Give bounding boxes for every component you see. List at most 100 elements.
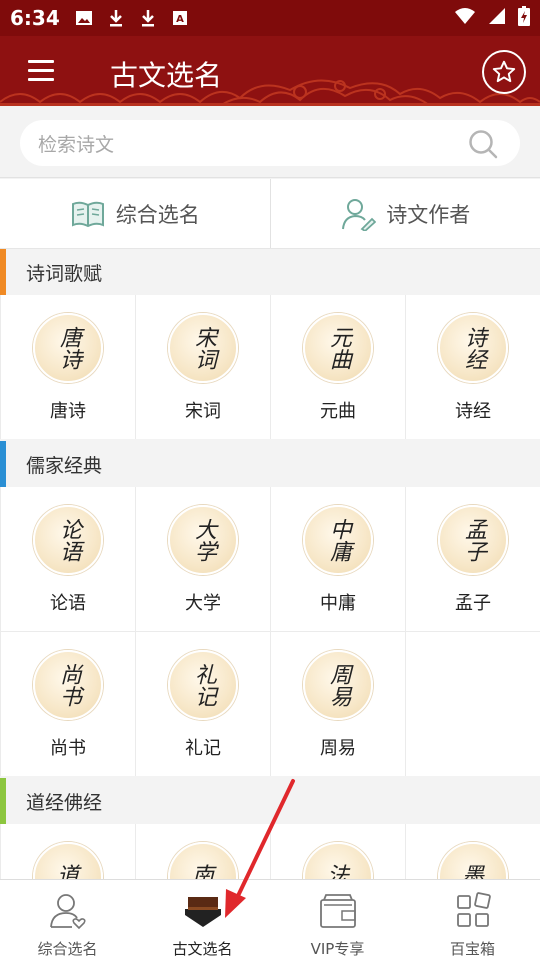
- nav-label: VIP专享: [310, 940, 365, 958]
- calligraphy-text: 大学: [191, 518, 216, 562]
- book-icon: [71, 201, 104, 227]
- calligraphy-seal-icon: 唐诗: [33, 313, 103, 383]
- menu-icon-line: [28, 60, 54, 63]
- favorite-button[interactable]: [482, 50, 526, 94]
- calligraphy-seal-icon: 周易: [303, 650, 373, 720]
- calligraphy-seal-icon: 诗经: [438, 313, 508, 383]
- section-header-confucian: 儒家经典: [0, 441, 540, 487]
- calligraphy-text: 法: [326, 864, 349, 880]
- calligraphy-seal-icon: 大学: [168, 505, 238, 575]
- calligraphy-text: 礼记: [191, 663, 216, 707]
- nav-label: 古文选名: [172, 940, 233, 958]
- status-time: 6:34: [10, 6, 60, 30]
- calligraphy-seal-icon: 南: [168, 842, 238, 879]
- category-label: 大学: [185, 593, 221, 614]
- nav-ancient-text[interactable]: 古文选名: [135, 880, 270, 960]
- category-item-shijing[interactable]: 诗经 诗经: [406, 295, 540, 439]
- nav-comprehensive[interactable]: 综合选名: [0, 880, 135, 960]
- calligraphy-seal-icon: 元曲: [303, 313, 373, 383]
- download-icon: [138, 8, 158, 28]
- section-accent-bar: [0, 249, 6, 295]
- page-title: 古文选名: [110, 59, 223, 92]
- calligraphy-text: 元曲: [326, 326, 351, 370]
- category-item-zhongyong[interactable]: 中庸 中庸: [271, 487, 405, 631]
- section-accent-bar: [0, 441, 6, 487]
- star-icon: [492, 60, 516, 83]
- tab-authors-label: 诗文作者: [386, 202, 471, 227]
- nav-label: 综合选名: [37, 940, 98, 958]
- grid-icon: [451, 890, 495, 932]
- category-item-daxue[interactable]: 大学 大学: [136, 487, 270, 631]
- wifi-icon: [454, 7, 476, 29]
- ancient-book-icon: [181, 890, 225, 932]
- calligraphy-seal-icon: 论语: [33, 505, 103, 575]
- section-accent-bar: [0, 778, 6, 824]
- section-title: 道经佛经: [26, 791, 103, 814]
- category-item-mengzi[interactable]: 孟子 孟子: [406, 487, 540, 631]
- category-item-tangshi[interactable]: 唐诗 唐诗: [1, 295, 135, 439]
- nav-label: 百宝箱: [449, 940, 495, 958]
- category-item[interactable]: 墨: [406, 824, 540, 879]
- menu-button[interactable]: [28, 60, 54, 82]
- search-area: 检索诗文: [0, 106, 540, 178]
- calligraphy-text: 论语: [56, 518, 81, 562]
- calligraphy-text: 诗经: [461, 326, 486, 370]
- category-item-zhouyi[interactable]: 周易 周易: [271, 632, 405, 776]
- menu-icon-line: [28, 78, 54, 81]
- tab-comprehensive[interactable]: 综合选名: [0, 179, 270, 248]
- nav-toolbox[interactable]: 百宝箱: [405, 880, 540, 960]
- category-label: 论语: [50, 593, 86, 614]
- download-icon: [106, 8, 126, 28]
- calligraphy-text: 尚书: [56, 663, 81, 707]
- calligraphy-seal-icon: 法: [303, 842, 373, 879]
- segment-tabs: 综合选名 诗文作者: [0, 179, 540, 249]
- tab-authors[interactable]: 诗文作者: [269, 179, 540, 248]
- category-label: 唐诗: [50, 401, 86, 422]
- category-item-songci[interactable]: 宋词 宋词: [136, 295, 270, 439]
- category-grid-daoist-buddhist: 道 南 法 墨: [0, 824, 540, 879]
- category-item[interactable]: 法: [271, 824, 405, 879]
- calligraphy-text: 南: [191, 864, 214, 880]
- calligraphy-text: 道: [56, 864, 79, 880]
- calligraphy-seal-icon: 礼记: [168, 650, 238, 720]
- category-label: 孟子: [455, 593, 491, 614]
- search-input[interactable]: 检索诗文: [20, 120, 520, 166]
- calligraphy-seal-icon: 墨: [438, 842, 508, 879]
- nav-vip[interactable]: VIP专享: [270, 880, 405, 960]
- author-icon: [342, 198, 377, 231]
- search-icon[interactable]: [468, 129, 498, 159]
- category-label: 元曲: [320, 401, 356, 422]
- app-bar: 古文选名: [0, 36, 540, 106]
- calligraphy-seal-icon: 宋词: [168, 313, 238, 383]
- section-title: 诗词歌赋: [26, 262, 103, 285]
- person-heart-icon: [46, 890, 90, 932]
- svg-text:A: A: [176, 14, 184, 25]
- category-item[interactable]: 南: [136, 824, 270, 879]
- category-item-lunyu[interactable]: 论语 论语: [1, 487, 135, 631]
- calligraphy-seal-icon: 孟子: [438, 505, 508, 575]
- category-item-yuanqu[interactable]: 元曲 元曲: [271, 295, 405, 439]
- category-grid-poetry: 唐诗 唐诗 宋词 宋词 元曲 元曲 诗经 诗经: [0, 295, 540, 439]
- category-label: 诗经: [455, 401, 491, 422]
- bottom-navigation: 综合选名 古文选名 VIP专享 百宝箱: [0, 879, 540, 960]
- cloud-pattern-decoration: [0, 79, 540, 106]
- calligraphy-text: 唐诗: [56, 326, 81, 370]
- battery-icon: [518, 6, 530, 30]
- category-label: 中庸: [320, 593, 356, 614]
- calligraphy-text: 孟子: [461, 518, 486, 562]
- font-icon: A: [170, 8, 190, 28]
- section-header-poetry: 诗词歌赋: [0, 249, 540, 295]
- calligraphy-seal-icon: 尚书: [33, 650, 103, 720]
- category-item-shangshu[interactable]: 尚书 尚书: [1, 632, 135, 776]
- calligraphy-seal-icon: 中庸: [303, 505, 373, 575]
- calligraphy-text: 宋词: [191, 326, 216, 370]
- calligraphy-text: 中庸: [326, 518, 351, 562]
- image-icon: [74, 8, 94, 28]
- category-item-liji[interactable]: 礼记 礼记: [136, 632, 270, 776]
- section-header-daoist-buddhist: 道经佛经: [0, 778, 540, 824]
- calligraphy-text: 墨: [461, 864, 484, 880]
- calligraphy-seal-icon: 道: [33, 842, 103, 879]
- category-label: 周易: [320, 738, 356, 759]
- category-item[interactable]: 道: [1, 824, 135, 879]
- category-label: 尚书: [50, 738, 86, 759]
